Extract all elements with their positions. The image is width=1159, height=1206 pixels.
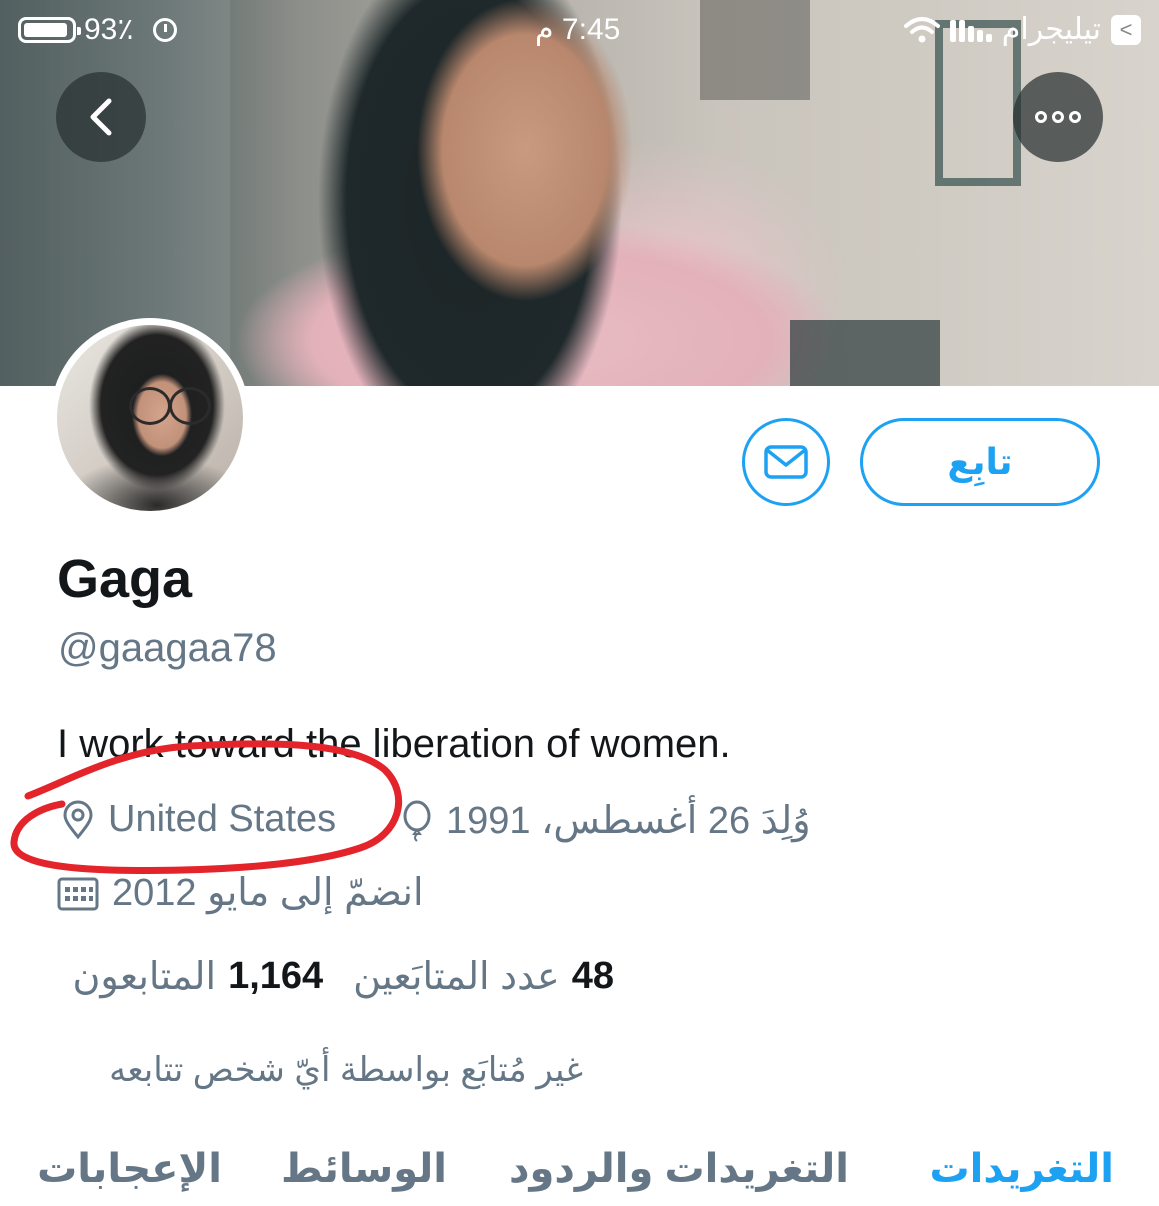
following-count: 48	[571, 955, 614, 997]
battery-percent: 93٪	[84, 13, 134, 46]
envelope-icon	[764, 445, 808, 479]
avatar-decor	[129, 387, 171, 425]
back-to-app-icon[interactable]: <	[1111, 14, 1141, 45]
social-context: غير مُتابَع بواسطة أيّ شخص تتابعه	[109, 1051, 583, 1089]
followers-count: 1,164	[228, 955, 324, 997]
avatar-photo	[57, 325, 243, 511]
battery-icon	[18, 16, 81, 43]
battery-indicator: 93٪	[18, 12, 178, 47]
profile-name: Gaga	[57, 549, 193, 609]
profile-tabs: التغريدات التغريدات والردود الوسائط الإع…	[0, 1146, 1159, 1206]
profile-birthdate: وُلِدَ 26 أغسطس، 1991	[400, 798, 811, 843]
clock: 7:45 م	[535, 13, 621, 46]
follow-stats: 48 عدد المتابَعين 1,164 المتابعون	[72, 954, 614, 999]
following-label: عدد المتابَعين	[353, 956, 560, 998]
more-options-button[interactable]	[1013, 72, 1103, 162]
carrier-name: تيليجرام	[1001, 13, 1101, 46]
ellipsis-icon	[1035, 111, 1081, 123]
carrier-group: تيليجرام <	[903, 12, 1141, 47]
wifi-icon	[903, 16, 940, 42]
alarm-icon	[153, 17, 178, 42]
following-stat[interactable]: 48 عدد المتابَعين	[353, 954, 614, 999]
highlight-annotation	[10, 740, 403, 874]
avatar-decor	[169, 387, 211, 425]
birthdate-text: وُلِدَ 26 أغسطس، 1991	[446, 800, 811, 842]
tab-media[interactable]: الوسائط	[281, 1146, 447, 1192]
profile-handle: @gaagaa78	[58, 626, 277, 670]
followers-stat[interactable]: 1,164 المتابعون	[72, 954, 323, 999]
chevron-left-icon	[90, 98, 112, 136]
tab-likes[interactable]: الإعجابات	[37, 1146, 222, 1192]
cellular-signal-icon	[949, 18, 992, 42]
tab-tweets[interactable]: التغريدات	[929, 1146, 1114, 1192]
avatar[interactable]	[50, 318, 250, 518]
banner-decor	[790, 320, 940, 386]
back-button[interactable]	[56, 72, 146, 162]
followers-label: المتابعون	[72, 956, 217, 998]
tab-tweets-replies[interactable]: التغريدات والردود	[509, 1146, 849, 1192]
status-bar: 93٪ 7:45 م تيليجرام <	[0, 0, 1159, 60]
message-button[interactable]	[742, 418, 830, 506]
follow-button[interactable]: تابِع	[860, 418, 1100, 506]
